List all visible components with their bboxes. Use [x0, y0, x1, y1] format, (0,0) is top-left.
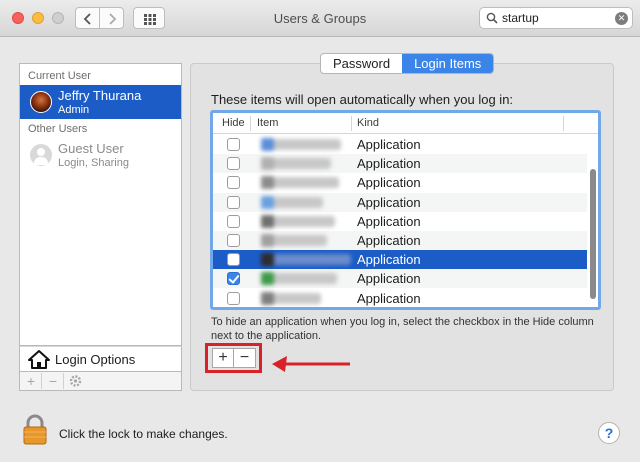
users-list: Current User Jeffry Thurana Admin Other … [19, 63, 182, 346]
tab-password[interactable]: Password [321, 54, 402, 73]
table-row[interactable]: Application [213, 173, 587, 192]
remove-user-button[interactable]: − [43, 373, 64, 389]
grid-icon [144, 14, 156, 25]
item-kind: Application [357, 271, 421, 287]
hide-checkbox[interactable] [227, 214, 240, 228]
back-button[interactable] [75, 7, 100, 29]
column-hide[interactable]: Hide [222, 117, 245, 129]
app-icon [261, 157, 274, 171]
help-button[interactable]: ? [598, 422, 620, 444]
app-icon [261, 234, 274, 247]
gear-icon[interactable] [65, 373, 86, 389]
lock-text: Click the lock to make changes. [59, 427, 228, 441]
item-kind: Application [357, 290, 421, 306]
app-icon [261, 138, 274, 151]
item-kind: Application [357, 233, 421, 248]
guest-avatar-icon [30, 144, 52, 166]
chevron-left-icon [83, 13, 91, 25]
hide-checkbox[interactable] [227, 272, 240, 286]
app-icon [261, 272, 274, 286]
forward-button[interactable] [99, 7, 124, 29]
app-icon [261, 253, 274, 267]
clear-icon[interactable]: ✕ [615, 12, 628, 25]
zoom-window-button[interactable] [52, 12, 64, 24]
close-window-button[interactable] [12, 12, 24, 24]
blurred-item-name [261, 138, 341, 151]
user-role: Login, Sharing [58, 157, 129, 169]
user-item-jeffry-thurana[interactable]: Jeffry Thurana Admin [20, 85, 181, 119]
user-name: Guest User [58, 141, 124, 156]
hide-hint-text: To hide an application when you log in, … [211, 316, 594, 342]
table-row[interactable]: Application [213, 192, 587, 212]
tab-bar: Password Login Items [320, 53, 495, 74]
item-kind: Application [357, 156, 421, 172]
table-scrollbar[interactable] [590, 169, 596, 299]
item-kind: Application [357, 252, 421, 268]
hide-checkbox[interactable] [227, 234, 240, 247]
blurred-item-name [261, 272, 337, 286]
blurred-item-name [261, 176, 339, 190]
title-bar: Users & Groups ✕ [0, 0, 640, 37]
add-user-button[interactable]: + [21, 373, 42, 389]
user-role: Admin [58, 104, 90, 116]
login-options-label: Login Options [55, 352, 136, 367]
search-icon [486, 12, 498, 24]
column-item[interactable]: Item [257, 117, 278, 129]
login-items-table: Hide Item Kind Application Application App… [210, 110, 601, 310]
login-options-item[interactable]: Login Options [19, 346, 182, 372]
app-icon [261, 195, 274, 209]
item-kind: Application [357, 137, 421, 152]
hide-checkbox[interactable] [227, 176, 240, 190]
window-title: Users & Groups [273, 11, 367, 26]
table-row[interactable]: Application [213, 135, 587, 154]
table-row[interactable]: Application [213, 231, 587, 250]
user-item-guest[interactable]: Guest User Login, Sharing [20, 138, 181, 172]
table-row[interactable]: Application [213, 289, 587, 307]
hide-checkbox[interactable] [227, 291, 240, 305]
app-icon [261, 176, 274, 190]
tab-login-items[interactable]: Login Items [402, 54, 494, 73]
lock-icon[interactable] [22, 414, 48, 446]
other-users-header: Other Users [28, 123, 88, 135]
show-all-button[interactable] [133, 7, 165, 29]
remove-login-item-button[interactable]: − [234, 349, 255, 367]
blurred-item-name [261, 214, 335, 228]
search-input[interactable] [502, 10, 606, 26]
hide-checkbox[interactable] [227, 138, 240, 151]
app-icon [261, 214, 274, 228]
column-kind[interactable]: Kind [357, 117, 379, 129]
table-row[interactable]: Application [213, 154, 587, 174]
item-kind: Application [357, 175, 421, 191]
table-header: Hide Item Kind [213, 113, 598, 134]
login-items-heading: These items will open automatically when… [211, 92, 514, 107]
hide-checkbox[interactable] [227, 195, 240, 209]
avatar [30, 91, 52, 113]
chevron-right-icon [109, 13, 117, 25]
house-icon [28, 350, 50, 369]
annotation-arrow-icon [272, 356, 350, 372]
table-row[interactable]: Application [213, 269, 587, 289]
item-kind: Application [357, 194, 421, 210]
search-field[interactable]: ✕ [479, 7, 633, 29]
app-icon [261, 291, 274, 305]
blurred-item-name [261, 291, 321, 305]
user-list-toolbar: + − [19, 372, 182, 391]
item-kind: Application [357, 213, 421, 229]
minimize-window-button[interactable] [32, 12, 44, 24]
blurred-item-name [261, 157, 331, 171]
hide-checkbox[interactable] [227, 253, 240, 267]
user-name: Jeffry Thurana [58, 88, 142, 103]
blurred-item-name [261, 195, 323, 209]
table-row[interactable]: Application [213, 212, 587, 231]
current-user-header: Current User [28, 70, 91, 82]
add-remove-controls: + − [212, 348, 256, 368]
blurred-item-name [261, 253, 351, 267]
add-login-item-button[interactable]: + [213, 349, 234, 367]
blurred-item-name [261, 234, 327, 247]
table-row[interactable]: Application [213, 250, 587, 270]
hide-checkbox[interactable] [227, 157, 240, 171]
